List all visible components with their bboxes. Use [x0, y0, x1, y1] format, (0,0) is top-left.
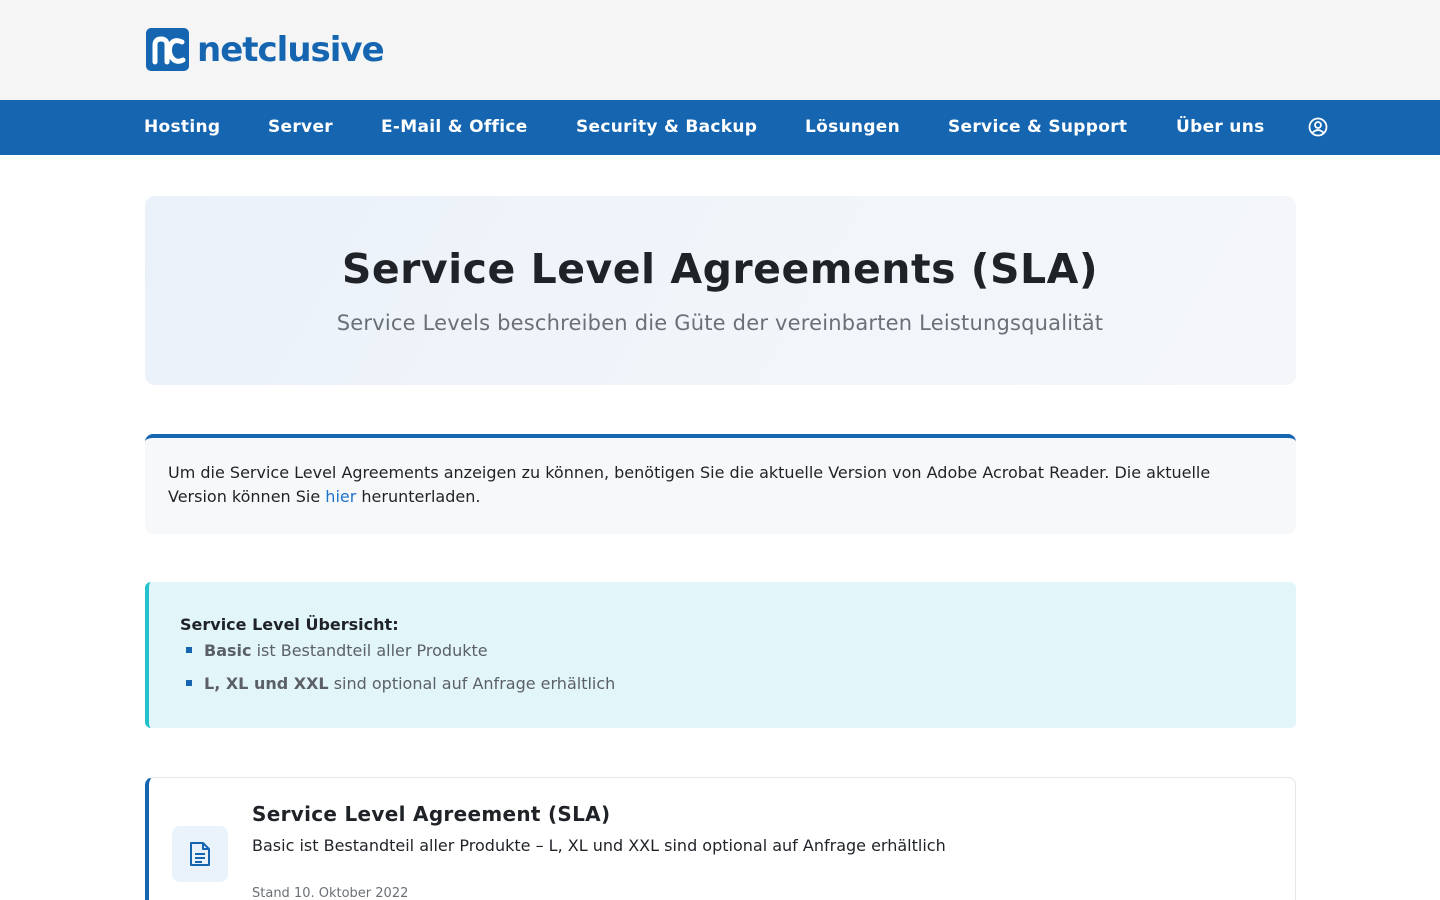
logo-text: netclusive [197, 29, 385, 70]
logo-mark-icon [146, 28, 189, 71]
document-description: Basic ist Bestandteil aller Produkte – L… [252, 836, 946, 855]
overview-item-text: sind optional auf Anfrage erhältlich [328, 674, 616, 693]
acrobat-download-link[interactable]: hier [325, 487, 356, 506]
nav-item-ueber-uns[interactable]: Über uns [1176, 100, 1265, 155]
overview-item-optional: L, XL und XXL sind optional auf Anfrage … [204, 674, 615, 693]
nav-item-security-backup[interactable]: Security & Backup [576, 100, 757, 155]
nav-item-server[interactable]: Server [268, 100, 333, 155]
user-circle-icon[interactable] [1308, 117, 1328, 137]
document-date: Stand 10. Oktober 2022 [252, 886, 409, 900]
overview-item-basic: Basic ist Bestandteil aller Produkte [204, 641, 488, 660]
bullet-icon [186, 647, 192, 653]
acrobat-notice-text: Um die Service Level Agreements anzeigen… [168, 461, 1248, 509]
overview-item-bold: L, XL und XXL [204, 674, 329, 693]
nav-item-loesungen[interactable]: Lösungen [805, 100, 900, 155]
bullet-icon [186, 680, 192, 686]
document-icon [188, 841, 212, 867]
page-subtitle: Service Levels beschreiben die Güte der … [336, 311, 1104, 335]
page-title: Service Level Agreements (SLA) [341, 245, 1099, 293]
logo[interactable]: netclusive [146, 28, 385, 71]
nav-item-hosting[interactable]: Hosting [144, 100, 220, 155]
notice-text-after: herunterladen. [356, 487, 481, 506]
document-title[interactable]: Service Level Agreement (SLA) [252, 802, 610, 826]
overview-item-text: ist Bestandteil aller Produkte [251, 641, 488, 660]
overview-item-bold: Basic [204, 641, 252, 660]
nav-item-service-support[interactable]: Service & Support [948, 100, 1127, 155]
overview-title: Service Level Übersicht: [180, 615, 399, 634]
nav-item-email-office[interactable]: E-Mail & Office [381, 100, 528, 155]
